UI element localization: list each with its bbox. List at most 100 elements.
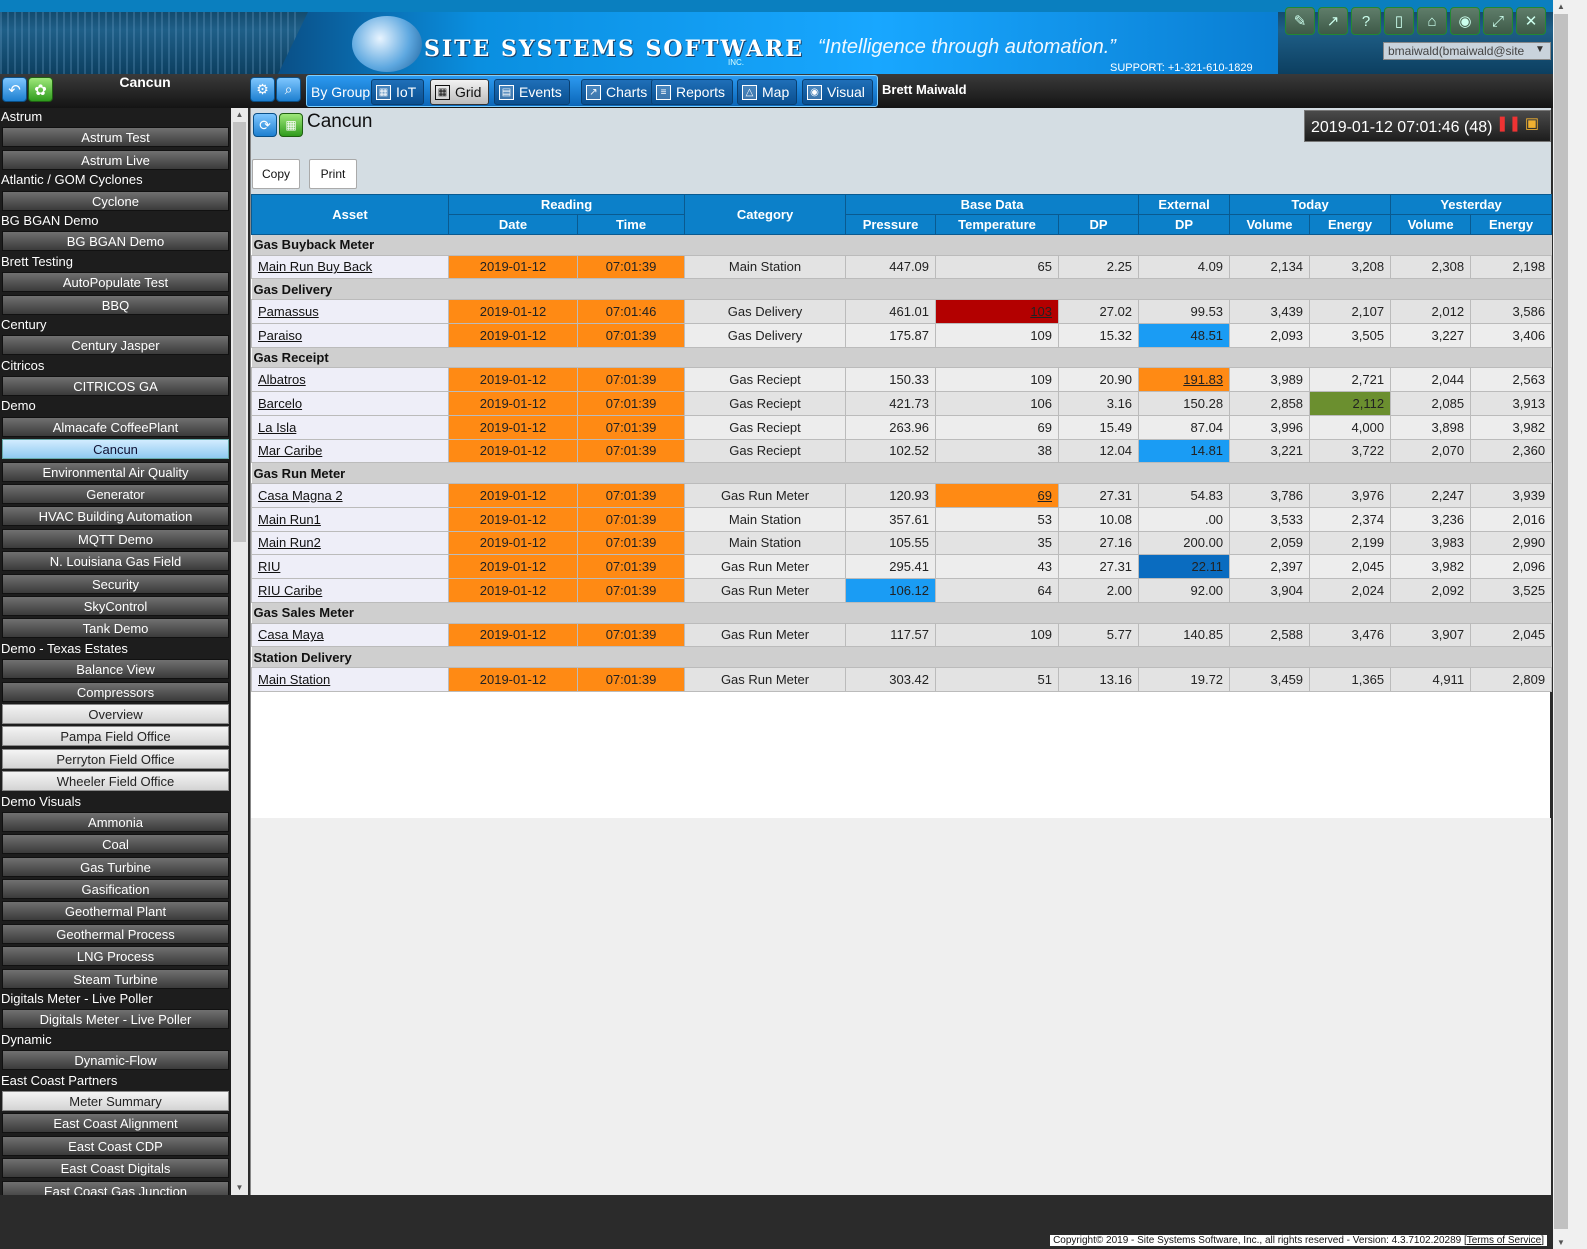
print-button[interactable]: Print xyxy=(309,159,357,189)
asset-link[interactable]: Mar Caribe xyxy=(258,443,322,458)
terms-link[interactable]: Terms of Service xyxy=(1467,1235,1541,1246)
scroll-down-icon[interactable]: ▼ xyxy=(231,1181,248,1195)
sidebar-item[interactable]: Ammonia xyxy=(0,811,231,833)
scroll-up-icon[interactable]: ▲ xyxy=(231,108,248,122)
close-icon[interactable]: ✕ xyxy=(1516,7,1546,35)
sidebar-item[interactable]: Cancun xyxy=(0,438,231,460)
sidebar-item[interactable]: Wheeler Field Office xyxy=(0,770,231,792)
table-row[interactable]: Main Station 2019-01-12 07:01:39 Gas Run Me… xyxy=(251,666,1553,692)
config-gear-icon[interactable]: ⚙ xyxy=(250,77,275,102)
sidebar-group[interactable]: Century xyxy=(0,316,231,334)
tab-reports[interactable]: ≡ Reports xyxy=(651,79,734,105)
sidebar-item[interactable]: Compressors xyxy=(0,681,231,703)
sidebar-item[interactable]: Tank Demo xyxy=(0,617,231,639)
sidebar-group[interactable]: Demo Visuals xyxy=(0,793,231,811)
sidebar-item[interactable]: East Coast Alignment xyxy=(0,1112,231,1134)
refresh-icon[interactable]: ⟳ xyxy=(253,113,277,137)
sidebar-item[interactable]: East Coast Digitals xyxy=(0,1157,231,1179)
table-row[interactable]: Main Run1 2019-01-12 07:01:39 Main Station 3… xyxy=(251,506,1553,532)
sidebar-group[interactable]: Astrum xyxy=(0,108,231,126)
asset-link[interactable]: RIU Caribe xyxy=(258,583,322,598)
sidebar-item[interactable]: Dynamic-Flow xyxy=(0,1049,231,1071)
asset-link[interactable]: Main Run Buy Back xyxy=(258,259,372,274)
sidebar-group[interactable]: East Coast Partners xyxy=(0,1072,231,1090)
table-row[interactable]: Mar Caribe 2019-01-12 07:01:39 Gas Reciept 1… xyxy=(251,438,1553,464)
sidebar-item[interactable]: LNG Process xyxy=(0,945,231,967)
table-row[interactable]: Barcelo 2019-01-12 07:01:39 Gas Reciept 421.… xyxy=(251,390,1553,416)
sidebar-item[interactable]: Meter Summary xyxy=(0,1090,231,1112)
sidebar-item[interactable]: BG BGAN Demo xyxy=(0,230,231,252)
table-row[interactable]: RIU Caribe 2019-01-12 07:01:39 Gas Run Mete… xyxy=(251,578,1553,603)
scroll-up-icon[interactable]: ▲ xyxy=(1553,2,1569,11)
copy-button[interactable]: Copy xyxy=(252,159,300,189)
scroll-down-icon[interactable]: ▼ xyxy=(1553,1238,1569,1247)
table-row[interactable]: Main Run2 2019-01-12 07:01:39 Main Station 1… xyxy=(251,530,1553,556)
sidebar-group[interactable]: Dynamic xyxy=(0,1031,231,1049)
home-icon[interactable]: ⌂ xyxy=(1417,7,1447,35)
sidebar-group[interactable]: Demo - Texas Estates xyxy=(0,640,231,658)
sidebar-group[interactable]: BG BGAN Demo xyxy=(0,212,231,230)
sidebar-item[interactable]: Steam Turbine xyxy=(0,968,231,990)
tab-charts[interactable]: ↗ Charts xyxy=(581,79,656,105)
sidebar-scrollbar[interactable]: ▲ ▼ xyxy=(231,108,248,1195)
sidebar-item[interactable]: Century Jasper xyxy=(0,334,231,356)
page-scrollbar[interactable]: ▲ ▼ xyxy=(1553,0,1587,1249)
sidebar-item[interactable]: Overview xyxy=(0,703,231,725)
user-login-select[interactable]: bmaiwald(bmaiwald@sitе xyxy=(1383,42,1551,60)
settings-gear-icon[interactable]: ✿ xyxy=(28,77,53,102)
sidebar-group[interactable]: Atlantic / GOM Cyclones xyxy=(0,171,231,189)
header-yesterday-volume[interactable]: Volume xyxy=(1390,214,1472,235)
sidebar-item[interactable]: SkyControl xyxy=(0,595,231,617)
chevron-down-icon[interactable]: ▼ xyxy=(1535,44,1545,55)
sidebar-item[interactable]: Geothermal Plant xyxy=(0,900,231,922)
table-row[interactable]: Main Run Buy Back 2019-01-12 07:01:39 Main … xyxy=(251,254,1553,280)
sidebar-scroll-thumb[interactable] xyxy=(233,122,246,542)
sidebar-item[interactable]: Almacafe CoffeePlant xyxy=(0,416,231,438)
table-row[interactable]: La Isla 2019-01-12 07:01:39 Gas Reciept 263.… xyxy=(251,414,1553,440)
tab-events[interactable]: ▤ Events xyxy=(494,79,570,105)
table-row[interactable]: Albatros 2019-01-12 07:01:39 Gas Reciept 150… xyxy=(251,367,1553,392)
sidebar-item[interactable]: East Coast Gas Junction xyxy=(0,1180,231,1195)
sidebar-item[interactable]: Astrum Live xyxy=(0,149,231,171)
sidebar-item[interactable]: Coal xyxy=(0,833,231,855)
table-row[interactable]: Casa Magna 2 2019-01-12 07:01:39 Gas Run Me… xyxy=(251,482,1553,508)
sidebar-group[interactable]: Brett Testing xyxy=(0,253,231,271)
asset-link[interactable]: Pamassus xyxy=(258,304,319,319)
header-date[interactable]: Date xyxy=(448,214,578,235)
header-yesterday-energy[interactable]: Energy xyxy=(1470,214,1553,235)
tab-visual[interactable]: ◉ Visual xyxy=(802,79,873,105)
header-asset[interactable]: Asset xyxy=(251,194,449,235)
sidebar-item[interactable]: BBQ xyxy=(0,294,231,316)
asset-link[interactable]: Casa Magna 2 xyxy=(258,488,343,503)
header-category[interactable]: Category xyxy=(684,194,847,235)
back-icon[interactable]: ↶ xyxy=(2,77,27,102)
sidebar-group[interactable]: Demo xyxy=(0,397,231,415)
header-today-energy[interactable]: Energy xyxy=(1309,214,1392,235)
header-pressure[interactable]: Pressure xyxy=(845,214,937,235)
sidebar-item[interactable]: Security xyxy=(0,573,231,595)
sidebar-item[interactable]: Geothermal Process xyxy=(0,923,231,945)
search-icon[interactable]: ⌕ xyxy=(276,77,301,102)
asset-link[interactable]: Main Run2 xyxy=(258,535,321,550)
sidebar-item[interactable]: Balance View xyxy=(0,658,231,680)
sidebar-item[interactable]: Generator xyxy=(0,483,231,505)
asset-link[interactable]: Main Run1 xyxy=(258,512,321,527)
sidebar-item[interactable]: Environmental Air Quality xyxy=(0,461,231,483)
table-row[interactable]: Pamassus 2019-01-12 07:01:46 Gas Delivery 46… xyxy=(251,298,1553,324)
sidebar-item[interactable]: East Coast CDP xyxy=(0,1135,231,1157)
header-time[interactable]: Time xyxy=(576,214,686,235)
sidebar-item[interactable]: Gasification xyxy=(0,878,231,900)
tab-iot[interactable]: ▦ IoT xyxy=(371,79,425,105)
sidebar-item[interactable]: MQTT Demo xyxy=(0,528,231,550)
sidebar-item[interactable]: Pampa Field Office xyxy=(0,725,231,747)
record-icon[interactable]: ◉ xyxy=(1450,7,1480,35)
sidebar-item[interactable]: N. Louisiana Gas Field xyxy=(0,550,231,572)
asset-link[interactable]: La Isla xyxy=(258,420,296,435)
header-temperature[interactable]: Temperature xyxy=(935,214,1060,235)
package-icon[interactable]: ▣ xyxy=(1522,114,1542,134)
wrench-icon[interactable]: ✎ xyxy=(1285,7,1315,35)
header-dp[interactable]: DP xyxy=(1058,214,1140,235)
table-row[interactable]: Casa Maya 2019-01-12 07:01:39 Gas Run Meter… xyxy=(251,622,1553,648)
tab-grid[interactable]: ▦ Grid xyxy=(430,79,490,105)
asset-link[interactable]: Paraiso xyxy=(258,328,302,343)
